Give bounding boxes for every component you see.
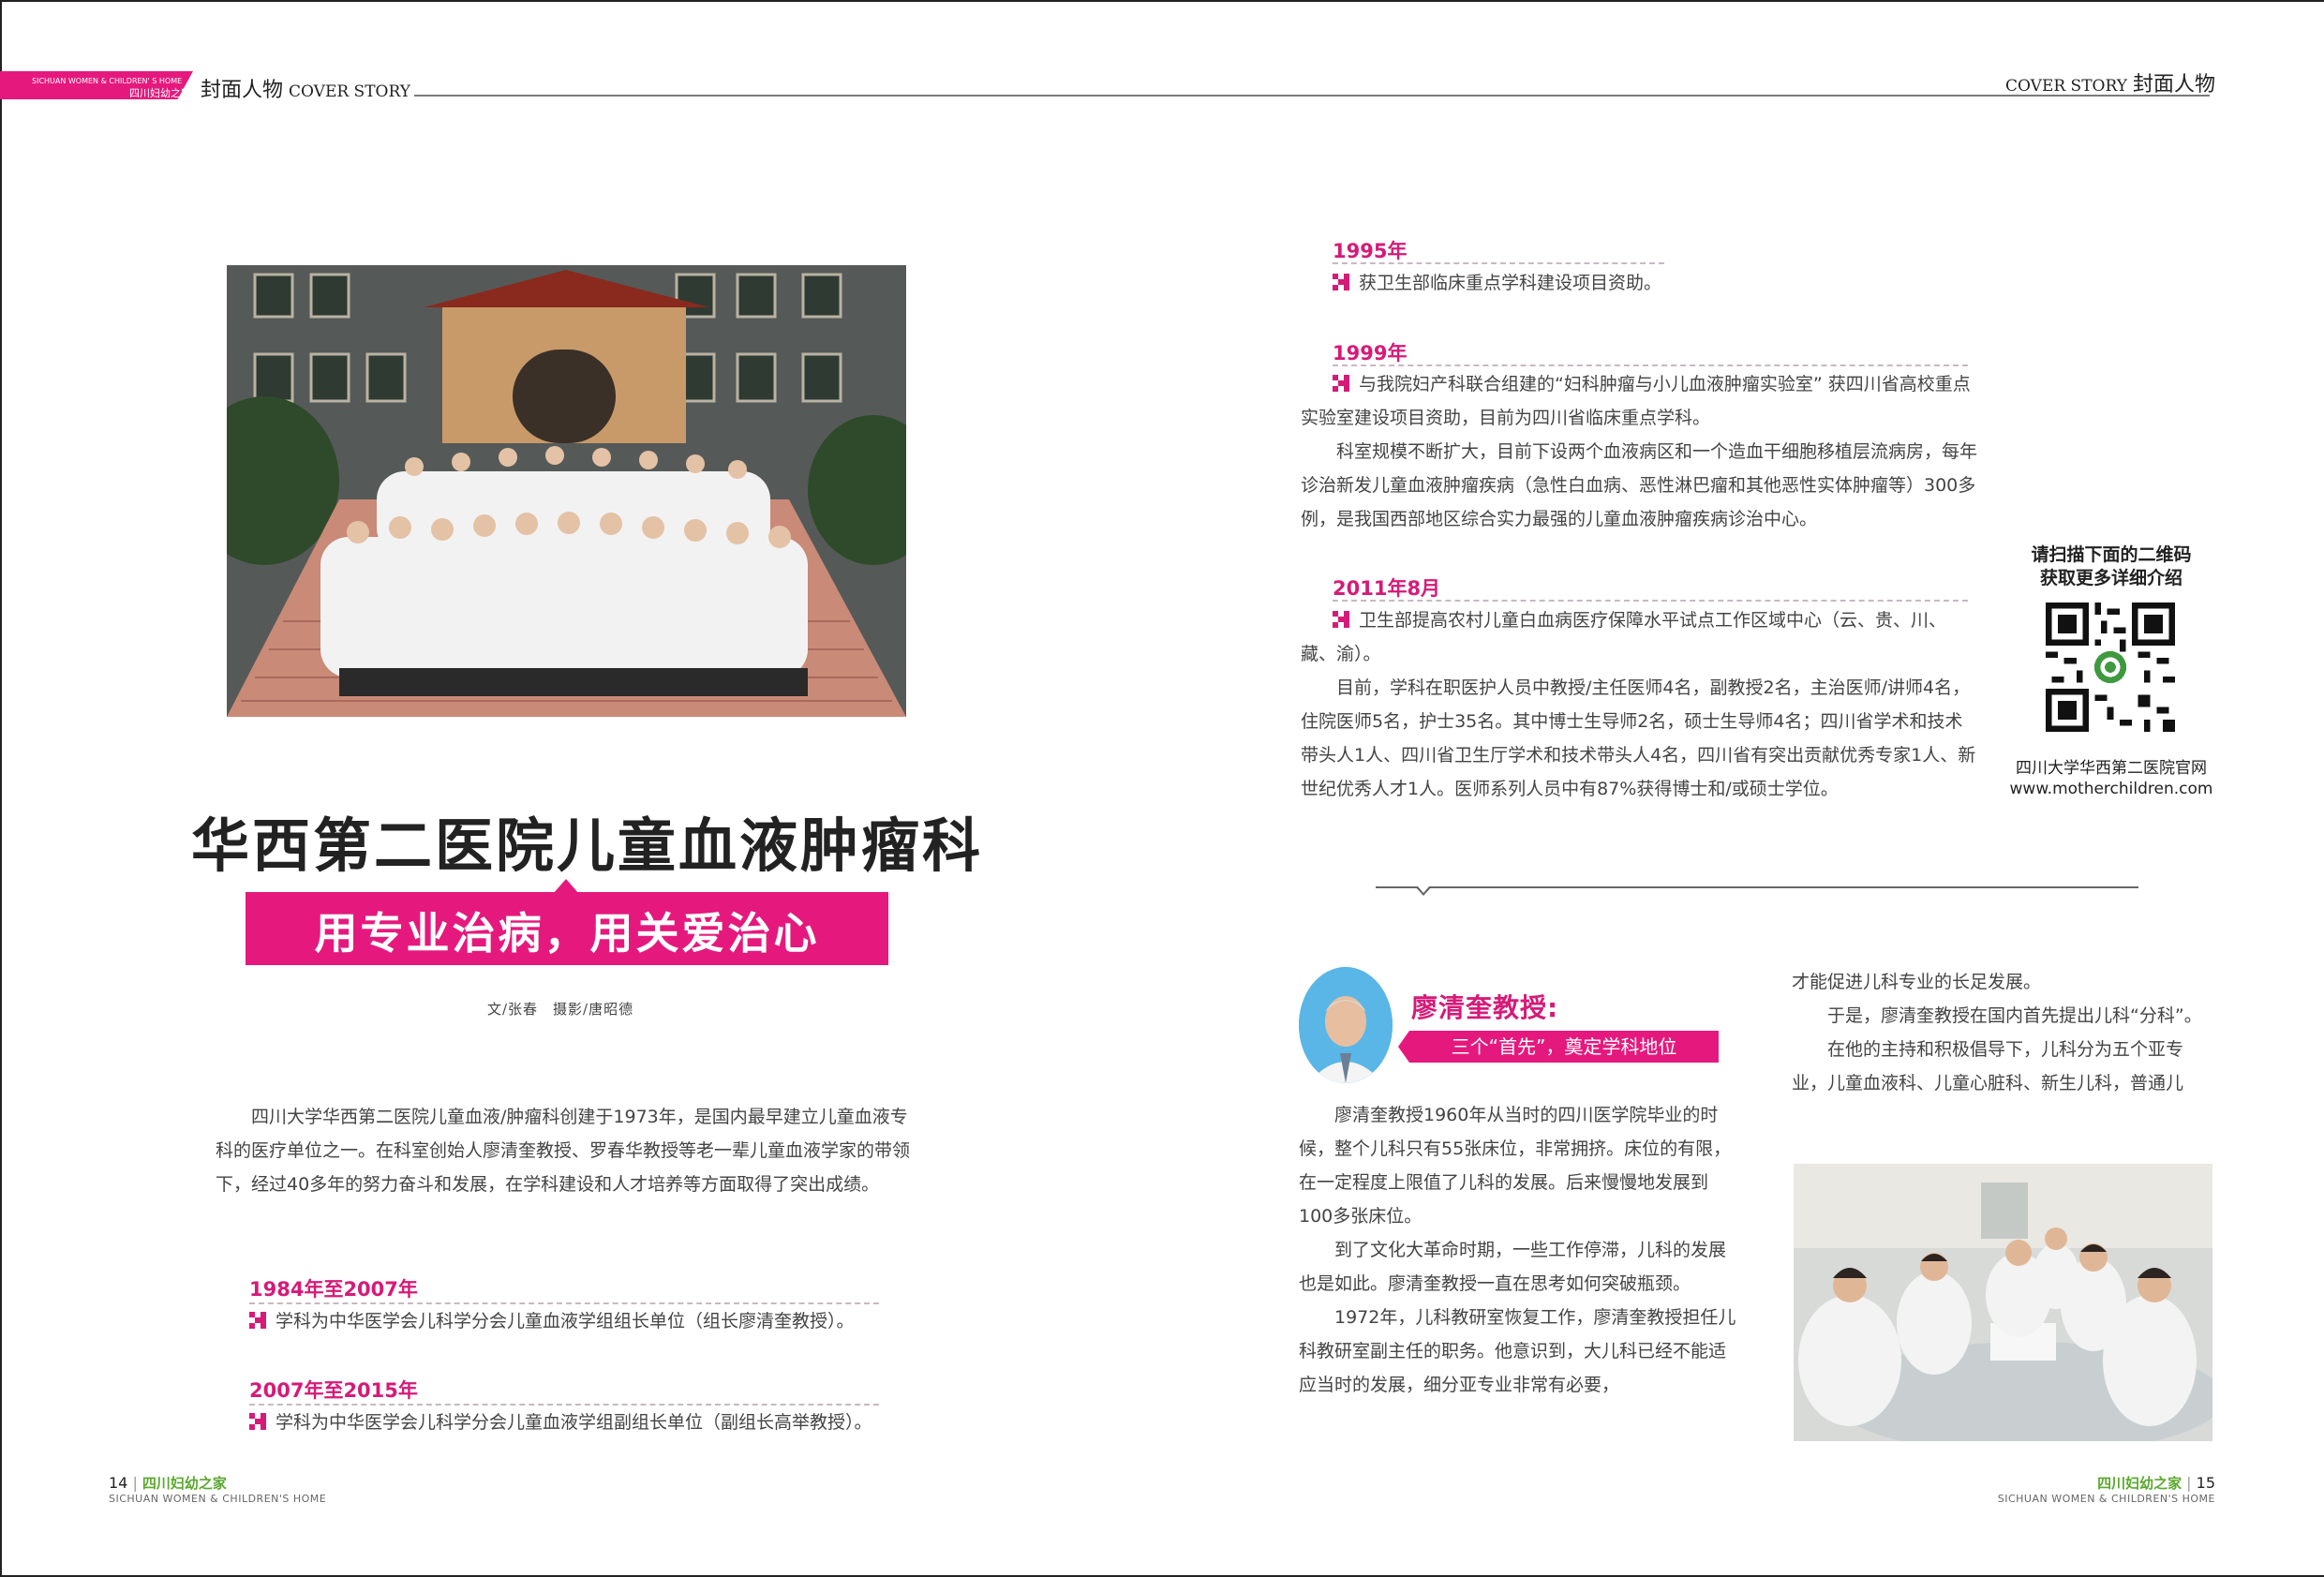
magazine-tag-cn: 四川妇幼之家 <box>129 87 191 99</box>
timeline-divider <box>1333 262 1664 264</box>
intro-text: 四川大学华西第二医院儿童血液/肿瘤科创建于1973年，是国内最早建立儿童血液专科… <box>216 1107 911 1195</box>
profile-paragraph: 在他的主持和积极倡导下，儿科分为五个亚专业，儿童血液科、儿童心脏科、新生儿科，普… <box>1792 1039 2184 1093</box>
profile-paragraph-continued: 才能促进儿科专业的长足发展。 <box>1792 972 2042 992</box>
timeline-divider <box>1333 600 1968 602</box>
profile-paragraph: 于是，廖清奎教授在国内首先提出儿科“分科”。 <box>1827 1005 2202 1026</box>
qr-code[interactable] <box>2046 603 2175 732</box>
pixel-bullet-icon <box>249 1312 266 1329</box>
section-title-left-en: COVER STORY <box>289 82 410 101</box>
timeline-year: 1995年 <box>1333 240 1408 262</box>
page-number-right: 15 <box>2196 1474 2215 1492</box>
footer-right: 四川妇幼之家 | 15 <box>2097 1474 2215 1492</box>
timeline-entry: 卫生部提高农村儿童白血病医疗保障水平试点工作区域中心（云、贵、川、藏、渝）。 <box>1301 603 1977 671</box>
timeline-divider <box>1333 364 1968 366</box>
timeline-entry: 获卫生部临床重点学科建设项目资助。 <box>1333 266 1989 300</box>
pixel-bullet-icon <box>1333 375 1349 392</box>
timeline-extra: 目前，学科在职医护人员中教授/主任医师4名，副教授2名，主治医师/讲师4名，住院… <box>1301 671 1977 806</box>
timeline-extra-text: 科室规模不断扩大，目前下设两个血液病区和一个造血干细胞移植层流病房，每年诊治新发… <box>1301 441 1978 529</box>
magazine-tag-en: SICHUAN WOMEN & CHILDREN' S HOME <box>32 77 183 85</box>
profile-column-left: 廖清奎教授1960年从当时的四川医学院毕业的时候，整个儿科只有55张床位，非常拥… <box>1299 1098 1739 1402</box>
timeline-year: 2011年8月 <box>1333 577 1441 600</box>
timeline-text: 学科为中华医学会儿科学分会儿童血液学组组长单位（组长廖清奎教授）。 <box>276 1311 855 1332</box>
section-title-right-en: COVER STORY <box>2005 77 2127 96</box>
consultation-photo <box>1794 1164 2212 1441</box>
timeline-year: 2007年至2015年 <box>249 1379 418 1402</box>
article-credits: 文/张春 摄影/唐昭德 <box>487 1001 634 1018</box>
timeline-extra: 科室规模不断扩大，目前下设两个血液病区和一个造血干细胞移植层流病房，每年诊治新发… <box>1301 435 1977 536</box>
profile-paragraph: 到了文化大革命时期，一些工作停滞，儿科的发展也是如此。廖清奎教授一直在思考如何突… <box>1299 1240 1727 1294</box>
timeline-entry: 学科为中华医学会儿科学分会儿童血液学组副组长单位（副组长高举教授）。 <box>249 1406 924 1439</box>
timeline-text: 与我院妇产科联合组建的“妇科肿瘤与小儿血液肿瘤实验室” 获四川省高校重点实验室建… <box>1301 374 1971 428</box>
section-title-right: COVER STORY 封面人物 <box>2005 67 2215 97</box>
qr-title: 请扫描下面的二维码 获取更多详细介绍 <box>2004 543 2219 590</box>
footer-brand-left: 四川妇幼之家 <box>142 1475 227 1492</box>
pixel-bullet-icon <box>249 1413 266 1430</box>
professor-portrait <box>1299 967 1393 1083</box>
section-title-right-cn: 封面人物 <box>2132 73 2215 97</box>
timeline-extra-text: 目前，学科在职医护人员中教授/主任医师4名，副教授2名，主治医师/讲师4名，住院… <box>1301 677 1976 799</box>
header-rule <box>414 95 2210 97</box>
divider-notch-inner <box>1418 886 1429 893</box>
qr-caption-url[interactable]: www.motherchildren.com <box>1996 779 2227 799</box>
qr-title-line: 请扫描下面的二维码 <box>2031 544 2192 565</box>
article-subtitle: 用专业治病，用关爱治心 <box>314 908 820 959</box>
qr-caption-name: 四川大学华西第二医院官网 <box>2016 759 2207 778</box>
footer-left: 14 | 四川妇幼之家 <box>109 1474 227 1492</box>
pixel-bullet-icon <box>1333 611 1349 628</box>
section-divider <box>1376 886 2138 888</box>
footer-brand-right: 四川妇幼之家 <box>2097 1475 2182 1492</box>
timeline-entry: 与我院妇产科联合组建的“妇科肿瘤与小儿血液肿瘤实验室” 获四川省高校重点实验室建… <box>1301 367 1977 435</box>
timeline-text: 获卫生部临床重点学科建设项目资助。 <box>1359 273 1662 293</box>
qr-title-line: 获取更多详细介绍 <box>2039 568 2182 588</box>
intro-paragraph: 四川大学华西第二医院儿童血液/肿瘤科创建于1973年，是国内最早建立儿童血液专科… <box>216 1100 920 1201</box>
page-number-left: 14 <box>109 1474 128 1492</box>
timeline-year: 1984年至2007年 <box>249 1278 418 1301</box>
timeline-year: 1999年 <box>1333 342 1408 364</box>
footer-en-left: SICHUAN WOMEN & CHILDREN'S HOME <box>109 1493 327 1505</box>
profile-paragraph: 廖清奎教授1960年从当时的四川医学院毕业的时候，整个儿科只有55张床位，非常拥… <box>1299 1105 1732 1227</box>
profile-column-right: 才能促进儿科专业的长足发展。 于是，廖清奎教授在国内首先提出儿科“分科”。 在他… <box>1792 965 2213 1100</box>
section-title-left-cn: 封面人物 <box>201 79 284 102</box>
professor-name: 廖清奎教授: <box>1411 992 1559 1023</box>
pixel-bullet-icon <box>1333 274 1349 290</box>
timeline-entry: 学科为中华医学会儿科学分会儿童血液学组组长单位（组长廖清奎教授）。 <box>249 1304 924 1338</box>
profile-paragraph: 1972年，儿科教研室恢复工作，廖清奎教授担任儿科教研室副主任的职务。他意识到，… <box>1299 1307 1736 1395</box>
qr-caption: 四川大学华西第二医院官网 www.motherchildren.com <box>1996 758 2227 799</box>
timeline-text: 卫生部提高农村儿童白血病医疗保障水平试点工作区域中心（云、贵、川、藏、渝）。 <box>1301 610 1947 664</box>
article-title: 华西第二医院儿童血液肿瘤科 <box>191 811 984 880</box>
section-title-left: 封面人物 COVER STORY <box>201 73 410 103</box>
footer-en-right: SICHUAN WOMEN & CHILDREN'S HOME <box>1997 1493 2215 1505</box>
group-photo <box>227 265 906 717</box>
profile-tag: 三个“首先”，奠定学科地位 <box>1409 1031 1719 1063</box>
timeline-text: 学科为中华医学会儿科学分会儿童血液学组副组长单位（副组长高举教授）。 <box>276 1412 872 1433</box>
